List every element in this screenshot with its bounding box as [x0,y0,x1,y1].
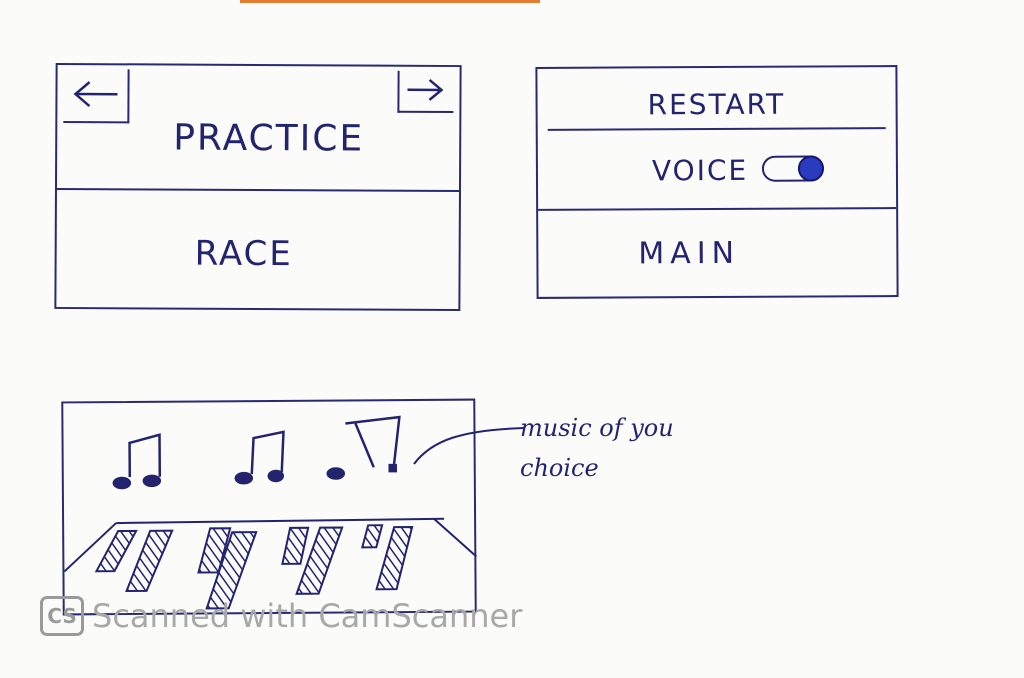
voice-divider [538,207,897,211]
pause-menu-screen: RESTART VOICE MAIN [535,65,899,299]
menu-screen: PRACTICE RACE [54,62,462,312]
restart-option[interactable]: RESTART [648,88,786,122]
music-note-icon [326,415,401,480]
right-arrow-icon [407,78,444,101]
left-arrow-icon [73,81,118,108]
voice-label: VOICE [651,153,749,188]
forward-button[interactable] [397,70,454,114]
music-note-icon [112,433,162,490]
music-note-icon [234,430,285,485]
back-button[interactable] [63,68,130,124]
voice-toggle[interactable] [761,155,824,182]
top-edge-strip [240,0,540,3]
annotation-pointer [413,427,525,465]
race-option[interactable]: RACE [195,234,293,275]
practice-option[interactable]: PRACTICE [173,118,364,160]
music-choice-annotation: music of you choice [520,414,674,482]
camscanner-watermark: CS Scanned with CamScanner [40,596,522,636]
toggle-knob [797,155,824,182]
restart-divider [547,127,886,131]
menu-divider [56,187,459,193]
camscanner-logo: CS [40,596,84,636]
main-option[interactable]: MAIN [638,236,740,272]
camscanner-text: Scanned with CamScanner [92,597,523,635]
